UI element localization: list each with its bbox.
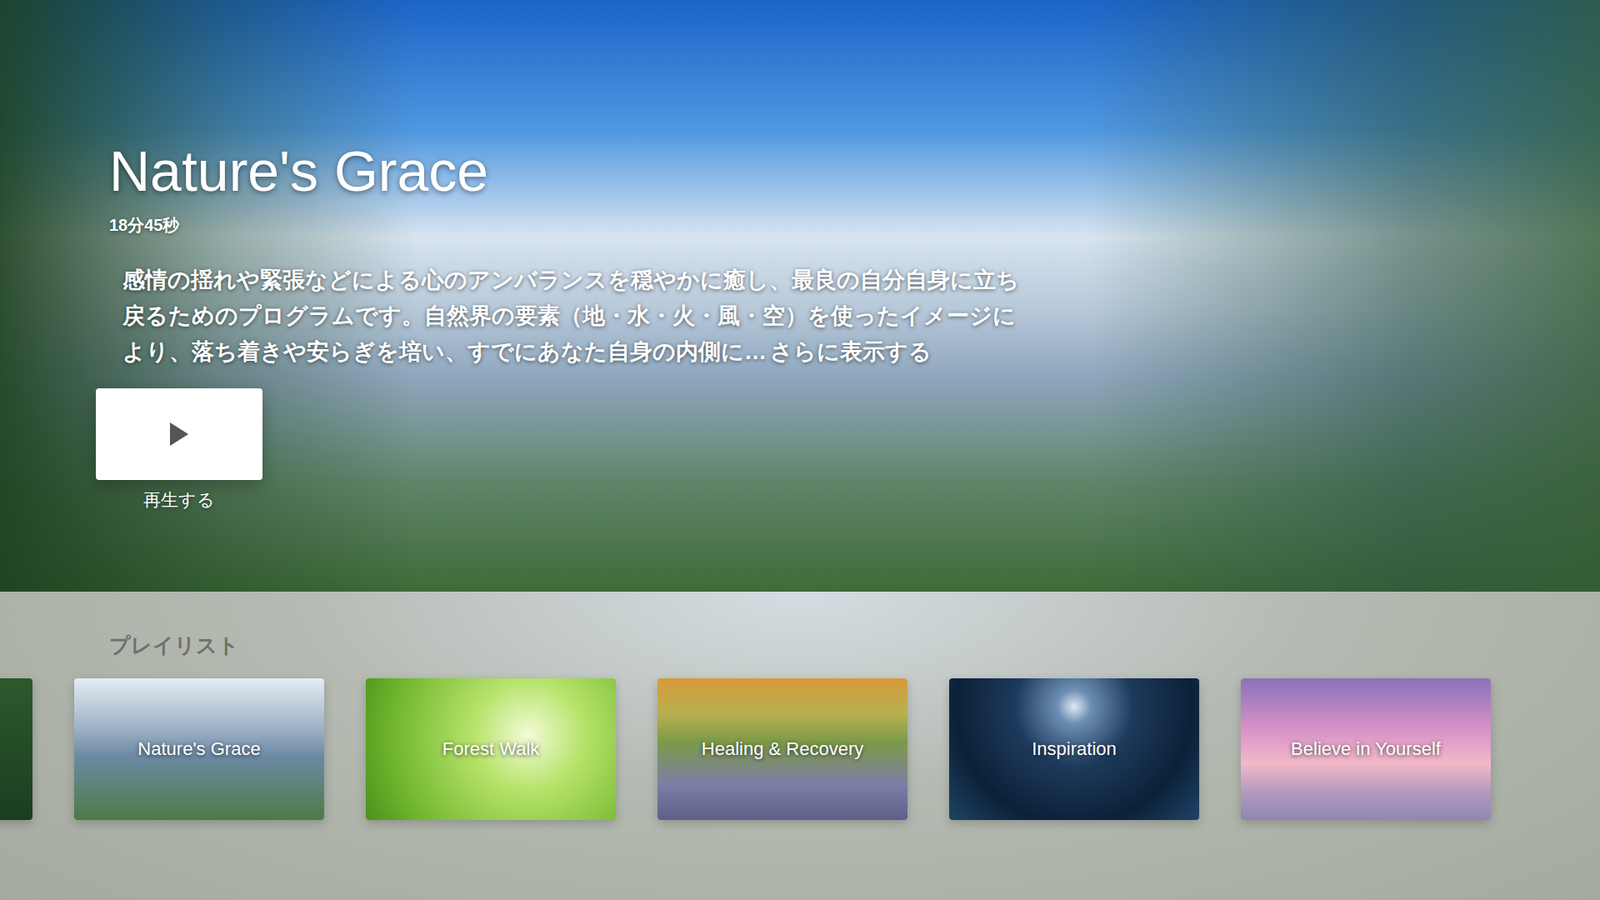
- play-button[interactable]: [95, 388, 263, 480]
- playlist-card[interactable]: Healing & Recovery: [657, 678, 908, 820]
- playlist-title: Believe in Yourself: [1290, 735, 1441, 763]
- playlist-section: プレイリスト Nature's Grace Forest Walk Healing &…: [0, 591, 1600, 900]
- playlist-card[interactable]: Nature's Grace: [74, 678, 325, 820]
- playlist-title: Inspiration: [1031, 735, 1117, 763]
- program-description[interactable]: 感情の揺れや緊張などによる心のアンバランスを穏やかに癒し、最良の自分自身に立ち戻…: [122, 262, 1031, 370]
- playlist-row: Nature's Grace Forest Walk Healing & Recov…: [0, 678, 1600, 820]
- program-title: Nature's Grace: [109, 137, 1600, 205]
- playlist-card[interactable]: Inspiration: [949, 678, 1200, 820]
- playlist-card[interactable]: Forest Walk: [365, 678, 616, 820]
- play-label: 再生する: [143, 486, 215, 514]
- playlist-card[interactable]: [0, 678, 33, 820]
- show-more-link[interactable]: さらに表示する: [770, 339, 932, 365]
- play-control: 再生する: [95, 388, 263, 514]
- playlist-title: Nature's Grace: [137, 735, 260, 763]
- playlist-title: Forest Walk: [442, 735, 540, 763]
- playlist-heading: プレイリスト: [109, 630, 1600, 662]
- app-screen: Nature's Grace 18分45秒感情の揺れや緊張などによる心のアンバラン…: [0, 0, 1600, 900]
- program-duration: 18分45秒: [109, 212, 1600, 238]
- play-icon: [168, 420, 190, 448]
- playlist-card[interactable]: Believe in Yourself: [1240, 678, 1491, 820]
- playlist-title: Healing & Recovery: [701, 735, 864, 763]
- hero-banner: Nature's Grace 18分45秒感情の揺れや緊張などによる心のアンバラン…: [0, 0, 1600, 592]
